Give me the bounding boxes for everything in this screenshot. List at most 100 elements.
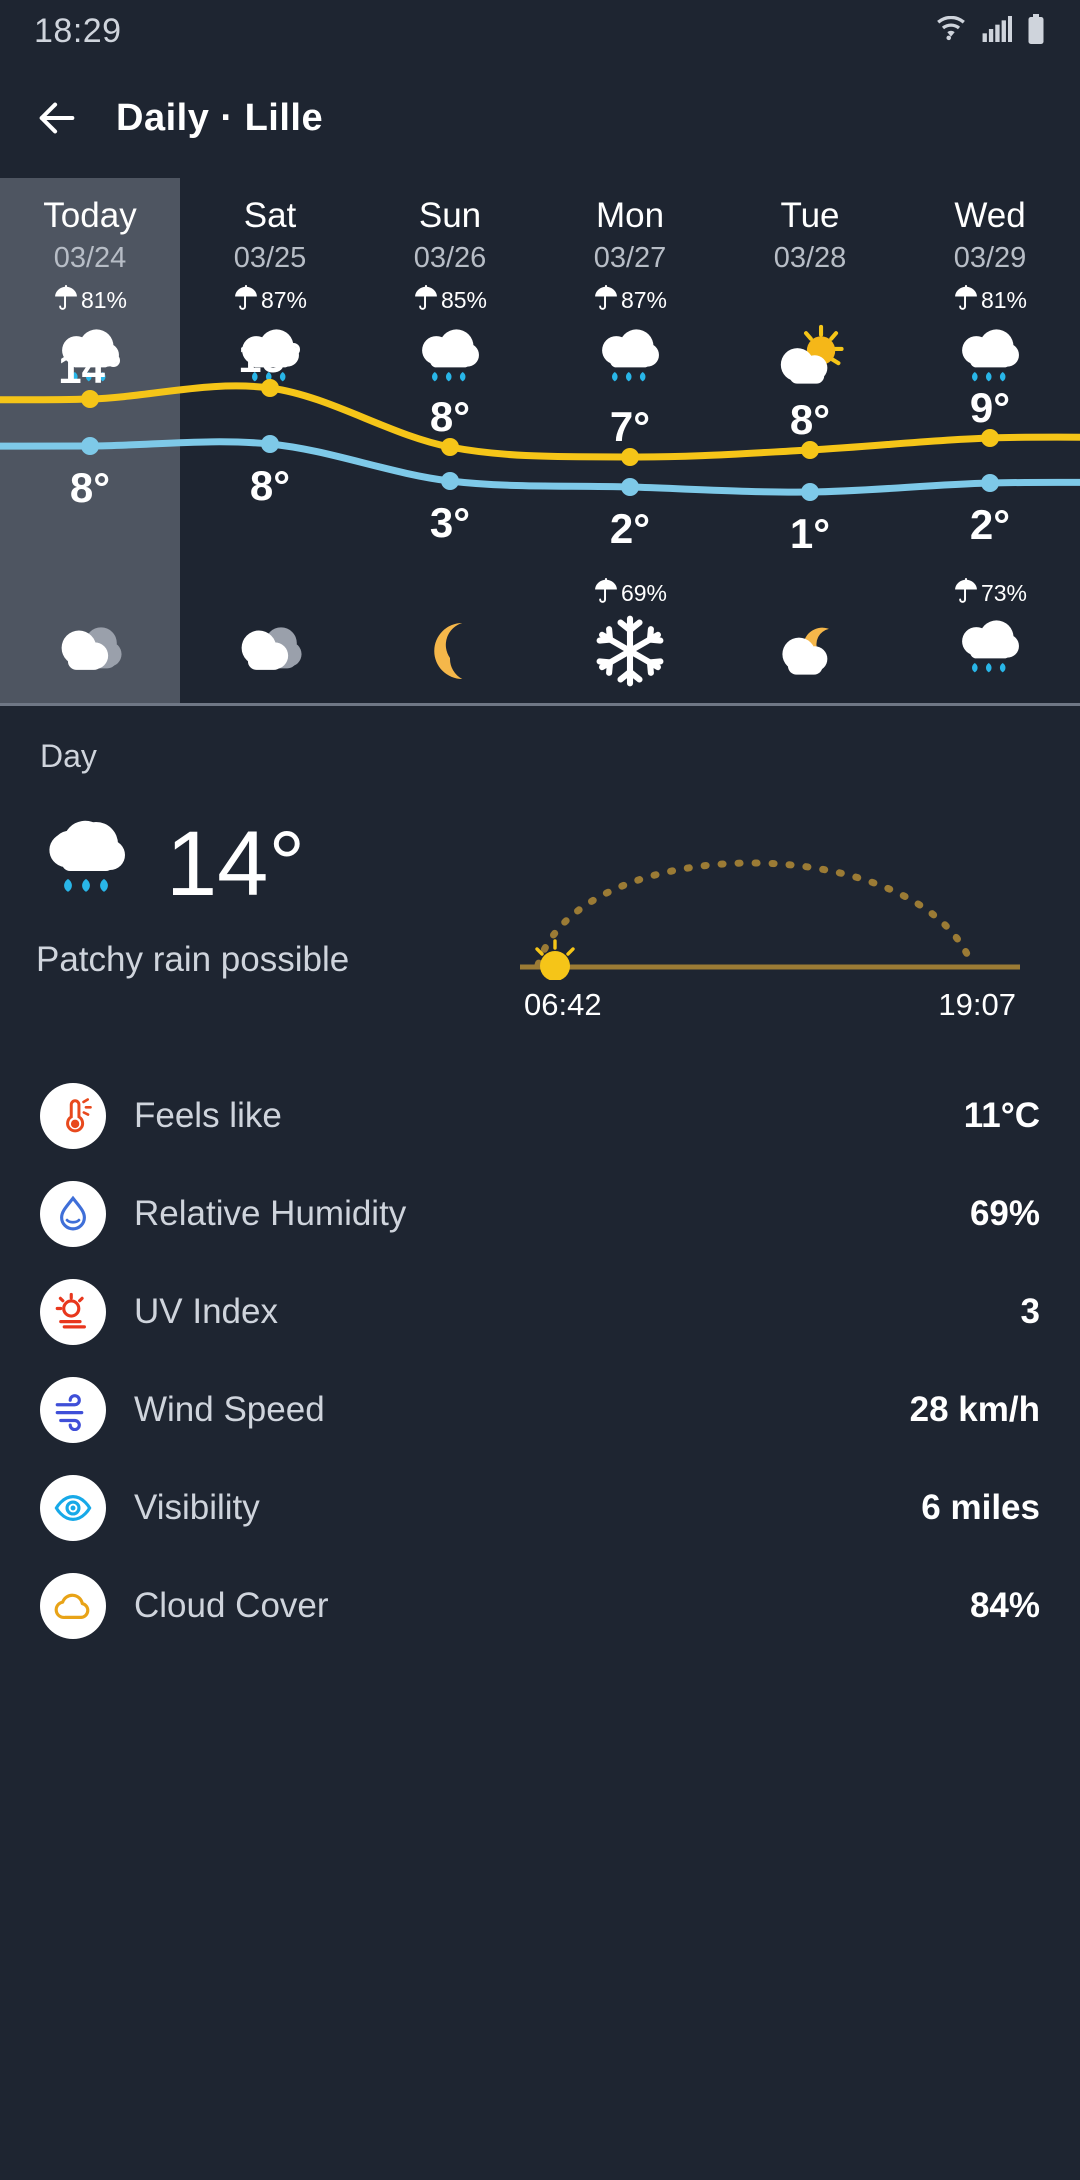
forecast-day-date: 03/27 <box>593 242 667 274</box>
current-condition-text: Patchy rain possible <box>36 940 350 979</box>
current-conditions-row: 14° Patchy rain possible 06:42 19:07 <box>0 815 1080 1023</box>
forecast-low-temp: 1° <box>789 510 831 557</box>
forecast-high-temp: 7° <box>609 403 651 450</box>
forecast-day-name: Mon <box>595 196 665 235</box>
metric-label: Wind Speed <box>134 1390 325 1429</box>
umbrella-icon <box>233 284 259 317</box>
forecast-night-block <box>180 577 360 689</box>
metric-label: UV Index <box>134 1292 278 1331</box>
forecast-high-temp: 8° <box>789 396 831 443</box>
forecast-high-temp: 8° <box>429 393 471 440</box>
forecast-day-precip: 85% <box>413 283 487 317</box>
wind-icon <box>40 1377 106 1443</box>
rain-cloud-icon <box>950 613 1031 689</box>
cloud-outline-icon <box>40 1573 106 1639</box>
cloudy-icon <box>49 613 131 689</box>
metric-row: Relative Humidity 69% <box>0 1165 1080 1263</box>
sun-path-arc <box>520 859 1020 981</box>
forecast-low-temp: 2° <box>609 505 651 552</box>
forecast-night-precip: 69% <box>593 577 667 609</box>
rain-cloud-icon <box>410 321 491 399</box>
umbrella-icon <box>955 284 977 310</box>
forecast-day-column[interactable]: Sun 03/26 85% 8° 3° <box>360 178 540 703</box>
thermometer-icon <box>40 1083 106 1149</box>
metric-label: Cloud Cover <box>134 1586 329 1625</box>
forecast-night-precip-value: 73% <box>980 579 1028 606</box>
umbrella-icon <box>595 577 617 603</box>
forecast-day-column[interactable]: Sat 03/25 87% 15° 8° <box>180 178 360 703</box>
metric-label: Feels like <box>134 1096 282 1135</box>
forecast-day-precip: 81% <box>53 283 127 317</box>
status-bar: 18:29 <box>0 0 1080 62</box>
cloudy-icon <box>229 613 311 689</box>
forecast-day-date: 03/29 <box>953 242 1027 274</box>
forecast-day-column[interactable]: Mon 03/27 87% 7° 2° 69% <box>540 178 720 703</box>
rain-cloud-icon <box>590 321 671 399</box>
sun-times-row: 06:42 19:07 <box>520 987 1020 1023</box>
status-bar-clock: 18:29 <box>34 11 122 50</box>
forecast-day-precip-value: 87% <box>620 286 668 313</box>
forecast-day-name: Tue <box>780 196 840 235</box>
sun-behind-cloud-icon <box>769 321 851 399</box>
forecast-night-block: 73% <box>900 577 1080 689</box>
forecast-day-column[interactable]: Tue 03/28 8° 1° <box>720 178 900 703</box>
moon-icon <box>415 613 485 689</box>
metric-value: 84% <box>969 1586 1040 1625</box>
sunset-time: 19:07 <box>938 987 1016 1022</box>
umbrella-icon <box>595 284 617 310</box>
forecast-night-block <box>0 577 180 689</box>
umbrella-icon <box>235 284 257 310</box>
forecast-night-precip-value: 69% <box>620 579 668 606</box>
metric-label: Relative Humidity <box>134 1194 407 1233</box>
eye-icon <box>40 1475 106 1541</box>
umbrella-icon <box>413 284 439 317</box>
uv-sun-icon <box>40 1279 106 1345</box>
umbrella-icon <box>593 284 619 317</box>
sun-arc-chart: 06:42 19:07 <box>520 815 1020 1023</box>
forecast-day-date: 03/25 <box>233 242 307 274</box>
forecast-night-block: 69% <box>540 577 720 689</box>
umbrella-icon <box>593 577 619 610</box>
umbrella-icon <box>953 577 979 610</box>
umbrella-icon <box>955 577 977 603</box>
forecast-high-temp: 9° <box>969 384 1011 431</box>
forecast-day-precip-value: 81% <box>980 286 1028 313</box>
metric-label: Visibility <box>134 1488 260 1527</box>
current-conditions-left: 14° Patchy rain possible <box>0 815 520 980</box>
forecast-low-temp: 2° <box>969 501 1011 548</box>
current-temp-row: 14° <box>36 815 520 912</box>
forecast-day-precip: 87% <box>233 283 307 317</box>
forecast-day-column[interactable]: Wed 03/29 81% 9° 2° 73% <box>900 178 1080 703</box>
metric-row: UV Index 3 <box>0 1263 1080 1361</box>
forecast-day-date: 03/24 <box>53 242 127 274</box>
metric-row: Visibility 6 miles <box>0 1459 1080 1557</box>
water-drop-icon <box>40 1181 106 1247</box>
page-title: Daily · Lille <box>116 96 324 139</box>
umbrella-icon <box>53 284 79 317</box>
forecast-day-column[interactable]: Today 03/24 81% 14° 8° <box>0 178 180 703</box>
umbrella-icon <box>55 284 77 310</box>
forecast-day-precip-value: 81% <box>80 286 128 313</box>
forecast-day-date: 03/26 <box>413 242 487 274</box>
forecast-night-block <box>720 577 900 689</box>
forecast-low-temp: 3° <box>429 499 471 546</box>
daily-forecast-strip: Today 03/24 81% 14° 8° Sat 03/25 87% 15°… <box>0 178 1080 706</box>
wifi-icon <box>934 15 968 47</box>
forecast-high-temp: 15° <box>238 334 302 381</box>
metric-row: Cloud Cover 84% <box>0 1557 1080 1655</box>
metric-value: 3 <box>1020 1292 1040 1331</box>
battery-icon <box>1026 13 1046 49</box>
status-bar-icons <box>934 13 1046 49</box>
forecast-low-temp: 8° <box>69 464 111 511</box>
metric-row: Wind Speed 28 km/h <box>0 1361 1080 1459</box>
moon-behind-cloud-icon <box>769 613 851 689</box>
forecast-day-name: Sun <box>418 196 482 235</box>
cellular-signal-icon <box>982 15 1013 47</box>
app-bar: Daily · Lille <box>0 62 1080 174</box>
forecast-day-date: 03/28 <box>773 242 847 274</box>
metric-value: 11°C <box>963 1096 1040 1135</box>
forecast-night-precip: 73% <box>953 577 1027 609</box>
current-temperature: 14° <box>166 812 306 915</box>
umbrella-icon <box>415 284 437 310</box>
back-arrow-icon[interactable] <box>34 95 80 141</box>
